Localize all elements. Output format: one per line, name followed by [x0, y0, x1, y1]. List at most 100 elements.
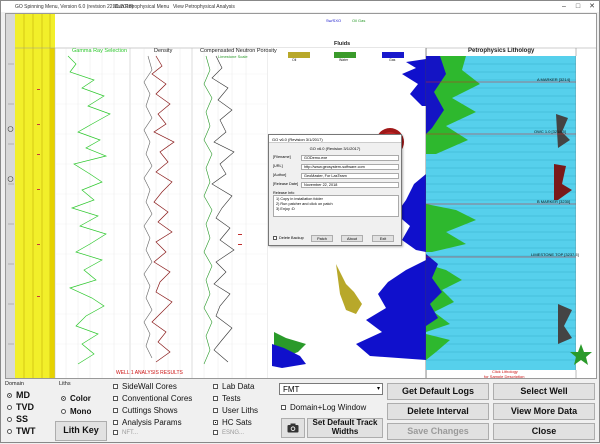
check-sidewall-cores[interactable]: SideWall Cores: [113, 382, 177, 391]
patch-button[interactable]: Patch: [311, 235, 333, 242]
set-default-track-widths-button[interactable]: Set Default Track Widths: [307, 418, 383, 438]
radio-icon[interactable]: [7, 393, 12, 399]
domain-label: Domain: [5, 381, 24, 387]
domain-md-label: MD: [16, 390, 30, 400]
checkbox-icon[interactable]: [213, 384, 218, 390]
liths-label: Liths: [59, 381, 71, 387]
check-domain-log-window[interactable]: Domain+Log Window: [281, 403, 366, 412]
save-changes-button[interactable]: Save Changes: [387, 423, 489, 440]
fluid-label-water: Water: [339, 58, 349, 62]
delete-backup-check[interactable]: Delete Backup: [273, 236, 304, 240]
maximize-button[interactable]: □: [571, 1, 585, 12]
check-label: User Liths: [222, 406, 259, 415]
title-bar: GO Spinning Menu, Version 6.0 (revision …: [1, 1, 599, 12]
liths-option-color[interactable]: Color: [61, 394, 91, 403]
checkbox-checked-icon[interactable]: [213, 420, 218, 426]
radio-icon[interactable]: [7, 405, 12, 411]
close-window-button[interactable]: ✕: [585, 1, 599, 12]
lith-key-button[interactable]: Lith Key: [55, 421, 107, 441]
domain-ss-label: SS: [16, 414, 29, 424]
view-more-data-button[interactable]: View More Data: [493, 403, 595, 420]
release-info-box: 1) Copy in installation folder 2) Run pa…: [273, 195, 399, 217]
log-type-select[interactable]: FMT ▾: [279, 383, 383, 395]
row-value: November 22, 2018: [301, 182, 399, 188]
checkbox-icon[interactable]: [113, 384, 118, 390]
checkbox-icon[interactable]: [213, 396, 218, 402]
checkbox-icon[interactable]: [113, 420, 118, 426]
checkbox-icon[interactable]: [281, 405, 286, 411]
camera-button[interactable]: [281, 418, 305, 438]
chevron-down-icon[interactable]: ▾: [377, 384, 380, 395]
domain-option-md[interactable]: MD: [7, 390, 30, 400]
menu-main[interactable]: Main Petrophysical Menu: [113, 4, 169, 10]
exit-button[interactable]: Exit: [372, 235, 394, 242]
check-lab-data[interactable]: Lab Data: [213, 382, 254, 391]
domain-tvd-label: TVD: [16, 402, 34, 412]
sw-label: Sw/SXO: [326, 18, 342, 23]
check-user-liths[interactable]: User Liths: [213, 406, 258, 415]
domain-twt-label: TWT: [16, 426, 36, 436]
row-key: [Release Date]: [273, 182, 299, 186]
row-key: [Filename]: [273, 155, 291, 159]
delete-interval-button[interactable]: Delete Interval: [387, 403, 489, 420]
get-default-logs-button[interactable]: Get Default Logs: [387, 383, 489, 400]
check-hc-sats[interactable]: HC Sats: [213, 418, 252, 427]
dialog-info: [Filename] GODemo.exe [URL] http://www.g…: [273, 155, 399, 217]
check-label: NFT...: [122, 430, 138, 437]
check-esng[interactable]: ESNG...: [213, 430, 244, 436]
checkbox-icon[interactable]: [113, 396, 118, 402]
check-label: ESNG...: [222, 430, 245, 437]
checkbox-icon[interactable]: [213, 430, 218, 435]
domain-option-ss[interactable]: SS: [7, 414, 28, 424]
density-track-title: Density: [154, 48, 173, 54]
application-window: GO Spinning Menu, Version 6.0 (revision …: [0, 0, 600, 443]
about-button[interactable]: About: [341, 235, 363, 242]
domain-option-tvd[interactable]: TVD: [7, 402, 34, 412]
release-line: 3) Enjoy :D: [276, 206, 295, 211]
checkbox-icon[interactable]: [113, 430, 118, 435]
lithology-footer-2: for Sample Description: [484, 374, 525, 379]
menu-view[interactable]: View Petrophysical Analysis: [173, 4, 235, 10]
radio-icon[interactable]: [61, 396, 66, 402]
oil-gas-label: Oil Gas: [352, 18, 366, 23]
check-label: Conventional Cores: [122, 394, 193, 403]
check-label: Analysis Params: [122, 418, 182, 427]
row-value: http://www.geosystem-software.com: [301, 164, 399, 170]
close-button[interactable]: Close: [493, 423, 595, 440]
select-well-button[interactable]: Select Well: [493, 383, 595, 400]
checkbox-icon[interactable]: [273, 236, 277, 240]
fluids-track-title: Fluids: [334, 41, 351, 47]
check-cuttings-shows[interactable]: Cuttings Shows: [113, 406, 178, 415]
row-value: GeoMaster, For LasTeam: [301, 173, 399, 179]
dialog-row: [Author] GeoMaster, For LasTeam: [273, 173, 399, 179]
check-label: Lab Data: [222, 382, 255, 391]
check-conventional-cores[interactable]: Conventional Cores: [113, 394, 192, 403]
liths-color-label: Color: [70, 394, 91, 403]
control-panel: Domain MD TVD SS TWT Liths Color Mono Li…: [1, 380, 600, 444]
checkbox-icon[interactable]: [113, 408, 118, 414]
marker-a: A MARKER [3214]: [537, 77, 570, 82]
radio-icon[interactable]: [61, 409, 66, 415]
check-nft[interactable]: NFT...: [113, 430, 138, 436]
log-type-value: FMT: [283, 385, 300, 394]
minimize-button[interactable]: –: [557, 1, 571, 12]
fluid-label-oil: Oil: [292, 58, 297, 62]
check-analysis-params[interactable]: Analysis Params: [113, 418, 182, 427]
checkbox-icon[interactable]: [213, 408, 218, 414]
radio-icon[interactable]: [7, 417, 12, 423]
dialog-heading: GO v6.0 (Revision 3/1/2017): [309, 146, 361, 151]
analysis-results-label: WELL 1 ANALYSIS RESULTS: [116, 370, 183, 376]
dialog-row: [Filename] GODemo.exe: [273, 155, 399, 161]
radio-icon[interactable]: [7, 429, 12, 435]
marker-limestone-top: LIMESTONE TOP [3237.5]: [531, 252, 579, 257]
row-key: [Author]: [273, 173, 287, 177]
dialog-row: [URL] http://www.geosystem-software.com: [273, 164, 399, 170]
log-display[interactable]: Gamma Ray Selection Density Compensated …: [5, 13, 597, 379]
gamma-track-title: Gamma Ray Selection: [72, 48, 128, 54]
check-label: HC Sats: [222, 418, 252, 427]
patcher-dialog: GO v6.0 (Revision 3/1/2017) GO v6.0 (Rev…: [268, 134, 402, 246]
row-key: [URL]: [273, 164, 283, 168]
check-tests[interactable]: Tests: [213, 394, 241, 403]
liths-option-mono[interactable]: Mono: [61, 407, 91, 416]
domain-option-twt[interactable]: TWT: [7, 426, 36, 436]
